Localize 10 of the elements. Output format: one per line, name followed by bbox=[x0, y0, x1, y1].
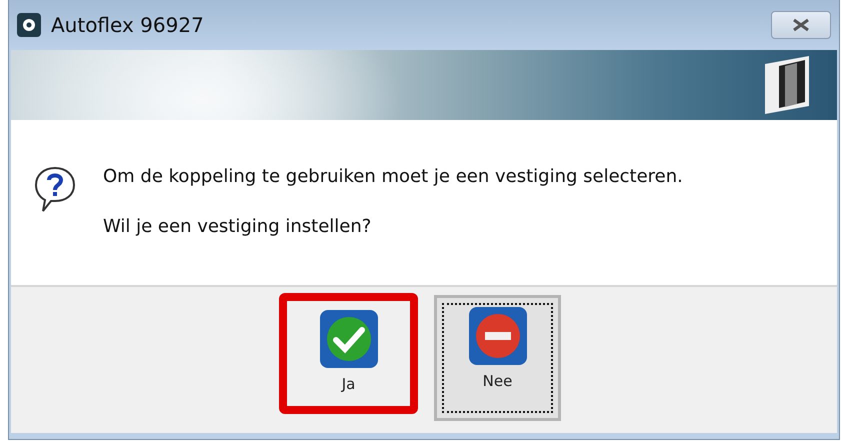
check-icon bbox=[318, 309, 378, 369]
app-icon bbox=[17, 13, 41, 37]
close-icon bbox=[791, 18, 811, 32]
no-button[interactable]: Nee bbox=[434, 295, 561, 421]
close-button[interactable] bbox=[771, 11, 831, 39]
message-text: Om de koppeling te gebruiken moet je een vestiging selecteren. bbox=[103, 165, 683, 189]
question-icon bbox=[33, 165, 77, 213]
minus-icon bbox=[468, 306, 528, 366]
window-title: Autoflex 96927 bbox=[51, 13, 205, 37]
message-text: Wil je een vestiging instellen? bbox=[103, 215, 372, 239]
